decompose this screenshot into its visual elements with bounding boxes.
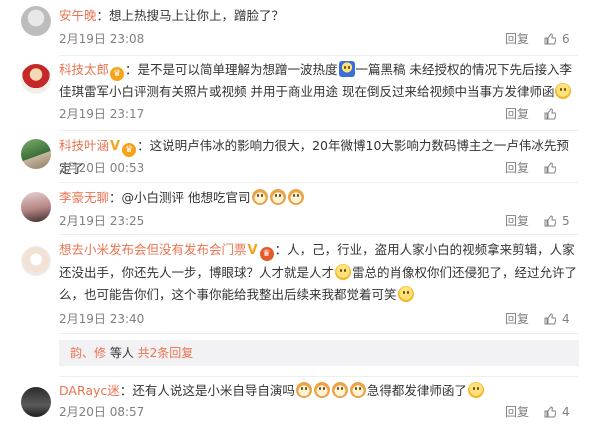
thumbs-up-icon	[544, 313, 556, 325]
verified-v-icon: V	[247, 243, 258, 258]
dog-emoji-icon	[313, 382, 330, 398]
commenter-name[interactable]: 科技太郎	[59, 62, 109, 77]
sub-reply-users[interactable]: 韵、修	[70, 346, 106, 360]
dog-emoji-icon	[295, 382, 312, 398]
like-button[interactable]	[544, 159, 562, 177]
sub-reply-count-link[interactable]: 共2条回复	[138, 346, 194, 360]
emoji-icon	[335, 264, 352, 280]
commenter-name[interactable]: 李豪无聊	[59, 190, 109, 205]
avatar[interactable]	[21, 192, 51, 222]
thumbs-up-icon	[544, 108, 556, 120]
comment-body: 还有人说这是小米自导自演吗	[132, 383, 295, 398]
comment-body: @小白测评 他想吃官司	[121, 190, 251, 205]
like-button[interactable]	[544, 105, 562, 123]
thumbs-up-icon	[544, 33, 556, 45]
comment-time: 2月19日 23:08	[59, 32, 145, 46]
comment-text: 李豪无聊：@小白测评 他想吃官司	[59, 187, 579, 209]
emoji-icon	[555, 83, 572, 99]
divider	[59, 130, 579, 131]
vip-crown-icon: ♛	[122, 143, 137, 157]
divider	[59, 376, 579, 377]
commenter-name[interactable]: 安午晚	[59, 8, 97, 23]
avatar[interactable]	[21, 139, 51, 169]
commenter-name[interactable]: 科技叶涵	[59, 138, 109, 153]
thumbs-up-icon	[544, 215, 556, 227]
like-count: 4	[562, 312, 570, 326]
comment-body: 是不是可以简单理解为想蹭一波热度	[137, 62, 338, 77]
dog-emoji-icon	[287, 189, 304, 205]
divider	[59, 333, 579, 334]
comment-time: 2月20日 08:57	[59, 405, 145, 419]
divider	[59, 55, 579, 56]
verified-v-icon: V	[110, 139, 121, 154]
like-count: 6	[562, 32, 570, 46]
avatar[interactable]	[21, 64, 51, 94]
reply-button[interactable]: 回复	[505, 310, 529, 328]
reply-button[interactable]: 回复	[505, 403, 529, 421]
thumbs-up-icon	[544, 162, 556, 174]
comment-text: 想去小米发布会但没有发布会门票V ♛ ：人，己，行业，盗用人家小白的视频拿来剪辑，人…	[59, 242, 578, 302]
emoji-icon	[397, 286, 414, 302]
thumbs-up-icon	[544, 406, 556, 418]
like-count: 5	[562, 214, 570, 228]
reply-button[interactable]: 回复	[505, 212, 529, 230]
dog-emoji-icon	[269, 189, 286, 205]
commenter-name[interactable]: 想去小米发布会但没有发布会门票	[59, 242, 247, 257]
comment-body: 想上热搜马上让你上，蹭脸了？	[109, 8, 285, 23]
comment-text: 科技太郎 ♛ ：是不是可以简单理解为想蹭一波热度 一篇黑稿 未经授权的情况下先后接入李…	[59, 61, 573, 99]
dog-emoji-icon	[251, 189, 268, 205]
like-button[interactable]: 6	[544, 30, 570, 48]
avatar[interactable]	[21, 246, 51, 276]
sub-replies-row[interactable]: 韵、修 等人 共2条回复	[59, 340, 579, 366]
comment-time: 2月19日 23:25	[59, 214, 145, 228]
reply-button[interactable]: 回复	[505, 30, 529, 48]
comment-text: 安午晚：想上热搜马上让你上，蹭脸了？	[59, 8, 285, 23]
like-count: 4	[562, 405, 570, 419]
like-button[interactable]: 4	[544, 403, 570, 421]
comment-text: DARayc迷：还有人说这是小米自导自演吗 急得都发律师函了	[59, 380, 579, 402]
commenter-name[interactable]: DARayc迷	[59, 383, 120, 398]
avatar[interactable]	[21, 6, 51, 36]
emoji-icon	[338, 61, 355, 77]
dog-emoji-icon	[349, 382, 366, 398]
divider	[59, 234, 579, 235]
dog-emoji-icon	[331, 382, 348, 398]
like-button[interactable]: 4	[544, 310, 570, 328]
like-button[interactable]: 5	[544, 212, 570, 230]
emoji-icon	[467, 382, 484, 398]
comment-body: 急得都发律师函了	[366, 383, 467, 398]
divider	[59, 182, 579, 183]
comment-time: 2月20日 00:53	[59, 161, 145, 175]
vip-crown-icon: ♛	[110, 67, 125, 81]
comment-time: 2月19日 23:40	[59, 312, 145, 326]
vip-crown-icon: ♛	[259, 247, 274, 261]
reply-button[interactable]: 回复	[505, 159, 529, 177]
avatar[interactable]	[21, 387, 51, 417]
comment-time: 2月19日 23:17	[59, 107, 145, 121]
reply-button[interactable]: 回复	[505, 105, 529, 123]
